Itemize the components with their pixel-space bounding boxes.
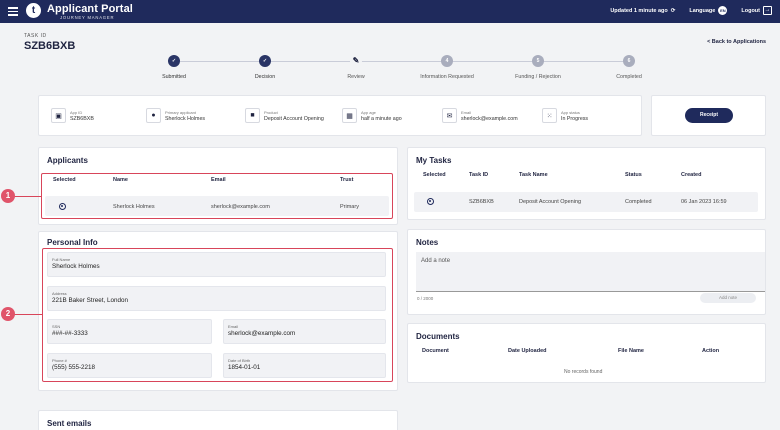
task-name-cell: Deposit Account Opening <box>519 199 582 205</box>
tasks-col-task-id: Task ID <box>469 172 489 178</box>
note-char-counter: 0 / 2000 <box>417 296 434 301</box>
product-item: ■ Product Deposit Account Opening <box>245 108 324 123</box>
task-radio[interactable] <box>427 198 434 205</box>
app-id-label: App ID <box>70 109 83 115</box>
receipt-card: Receipt <box>651 95 766 136</box>
email-value: sherlock@example.com <box>461 115 518 122</box>
my-tasks-title: My Tasks <box>416 156 452 165</box>
note-placeholder: Add a note <box>421 258 451 264</box>
primary-applicant-label: Primary applicant <box>165 109 196 115</box>
app-status-label: App status <box>561 109 580 115</box>
documents-col-action: Action <box>702 348 720 354</box>
step-funding-icon: 5 <box>532 55 544 67</box>
annotation-badge-2: 2 <box>1 307 15 321</box>
highlight-applicants <box>41 173 393 219</box>
app-age-item: ▦ App age half a minute ago <box>342 108 402 123</box>
top-right-controls: Updated 1 minute ago ⟳ Language EN Logou… <box>610 6 772 15</box>
menu-icon[interactable] <box>8 7 18 16</box>
documents-empty-message: No records found <box>564 369 603 375</box>
step-review-icon: ✎ <box>350 55 362 67</box>
highlight-personal-info <box>42 248 393 382</box>
step-completed-icon: 6 <box>623 55 635 67</box>
briefcase-icon: ■ <box>245 108 260 123</box>
step-funding-label: Funding / Rejection <box>515 74 561 80</box>
app-id-item: ▣ App ID SZB6BXB <box>51 108 94 123</box>
language-label[interactable]: Language <box>689 8 715 14</box>
add-note-button[interactable]: Add note <box>700 293 756 303</box>
updated-status: Updated 1 minute ago <box>610 7 668 14</box>
step-information-requested-icon: 4 <box>441 55 453 67</box>
step-information-requested-label: Information Requested <box>420 74 474 80</box>
task-status-cell: Completed <box>625 199 652 205</box>
app-status-value: In Progress <box>561 115 589 122</box>
calendar-icon: ▦ <box>342 108 357 123</box>
highlight-connector-1 <box>14 196 41 198</box>
tasks-col-task-name: Task Name <box>519 172 548 178</box>
brand-title: Applicant Portal <box>47 3 133 15</box>
tasks-col-status: Status <box>625 172 642 178</box>
documents-title: Documents <box>416 332 460 341</box>
refresh-icon[interactable]: ⟳ <box>671 8 676 14</box>
app-id-value: SZB6BXB <box>70 115 94 122</box>
documents-col-date: Date Uploaded <box>508 348 547 354</box>
logout-icon[interactable]: → <box>763 6 772 15</box>
tasks-col-selected: Selected <box>423 172 446 178</box>
step-submitted-icon: ✓ <box>168 55 180 67</box>
documents-col-file: File Name <box>618 348 644 354</box>
task-created-cell: 06 Jan 2023 16:59 <box>681 199 727 205</box>
app-id-icon: ▣ <box>51 108 66 123</box>
notes-card: Notes Add a note 0 / 2000 Add note <box>407 229 766 315</box>
documents-col-document: Document <box>422 348 449 354</box>
step-decision-icon: ✓ <box>259 55 271 67</box>
language-icon[interactable]: EN <box>718 6 728 15</box>
task-id-label: TASK ID <box>24 33 47 39</box>
sent-emails-card: Sent emails <box>38 410 398 430</box>
personal-info-title: Personal Info <box>47 238 98 247</box>
back-to-applications-link[interactable]: < Back to Applications <box>707 39 766 45</box>
grid-icon: ⁙ <box>542 108 557 123</box>
app-status-item: ⁙ App status In Progress <box>542 108 588 123</box>
note-input[interactable]: Add a note <box>416 252 765 292</box>
brand-logo: t <box>26 3 41 18</box>
logout-label[interactable]: Logout <box>741 8 760 14</box>
app-age-value: half a minute ago <box>361 115 402 122</box>
product-value: Deposit Account Opening <box>264 115 324 122</box>
stepper-track <box>180 61 626 62</box>
app-age-label: App age <box>361 109 376 115</box>
task-id-cell: SZB6BXB <box>469 199 494 205</box>
primary-applicant-value: Sherlock Holmes <box>165 115 206 122</box>
product-label: Product <box>264 109 278 115</box>
applicants-title: Applicants <box>47 156 88 165</box>
email-label: Email <box>461 109 472 115</box>
primary-applicant-item: ● Primary applicant Sherlock Holmes <box>146 108 205 123</box>
application-summary: ▣ App ID SZB6BXB ● Primary applicant Sherl… <box>38 95 642 136</box>
highlight-connector-2 <box>14 314 42 316</box>
receipt-button[interactable]: Receipt <box>685 108 733 123</box>
step-decision-label: Decision <box>254 74 276 80</box>
annotation-badge-1: 1 <box>1 189 15 203</box>
person-icon: ● <box>146 108 161 123</box>
task-id: SZB6BXB <box>24 40 76 52</box>
envelope-icon: ✉ <box>442 108 457 123</box>
sent-emails-title: Sent emails <box>47 419 92 428</box>
notes-title: Notes <box>416 238 439 247</box>
top-bar: t Applicant Portal JOURNEY MANAGER Updat… <box>0 0 780 23</box>
step-completed-label: Completed <box>616 74 642 80</box>
brand-subtitle: JOURNEY MANAGER <box>60 15 115 20</box>
email-item: ✉ Email sherlock@example.com <box>442 108 518 123</box>
step-submitted-label: Submitted <box>162 74 186 80</box>
tasks-col-created: Created <box>681 172 702 178</box>
step-review-label: Review <box>347 74 365 80</box>
